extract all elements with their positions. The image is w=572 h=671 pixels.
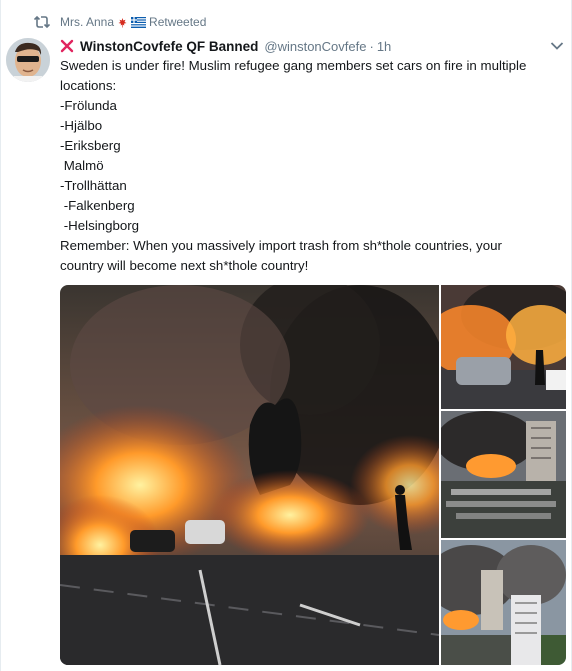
tweet-line: -Falkenberg (60, 198, 135, 213)
canada-flag-icon (115, 16, 131, 28)
media-photo-main[interactable] (60, 285, 439, 665)
greece-flag-icon (131, 16, 147, 28)
tweet-line: -Trollhättan (60, 178, 127, 193)
chevron-down-icon[interactable] (550, 41, 564, 51)
author-display-name[interactable]: WinstonCovfefe QF Banned (80, 39, 258, 54)
tweet-line: -Helsingborg (60, 218, 140, 233)
retweeted-label: Retweeted (149, 15, 207, 29)
tweet-header: WinstonCovfefe QF Banned @winstonCovfefe… (60, 36, 562, 56)
burning-cars-apartment-blocks-photo (441, 411, 566, 538)
separator-dot: · (369, 38, 374, 54)
burning-cars-parking-lot-photo (60, 285, 439, 665)
media-photo-4[interactable] (441, 540, 566, 665)
media-photo-3[interactable] (441, 411, 566, 538)
tweet-line: Remember: When you massively import tras… (60, 238, 502, 253)
media-photo-2[interactable] (441, 285, 566, 409)
tweet-line: -Hjälbo (60, 118, 103, 133)
retweeter-name-link[interactable]: Mrs. Anna (60, 15, 114, 29)
avatar-image (6, 38, 50, 82)
retweet-icon (34, 15, 50, 29)
red-x-icon (60, 39, 74, 53)
tweet-line: locations: (60, 78, 117, 93)
smoke-over-apartment-buildings-photo (441, 540, 566, 665)
author-handle[interactable]: @winstonCovfefe (264, 39, 366, 54)
tweet-line: -Eriksberg (60, 138, 121, 153)
tweet-text: Sweden is under fire! Muslim refugee gan… (60, 56, 555, 276)
tweet-line: -Frölunda (60, 98, 117, 113)
retweet-context: Mrs. Anna Retweeted (34, 13, 206, 31)
left-border (0, 0, 1, 671)
burning-cars-street-photo (441, 285, 566, 409)
tweet-media-grid (60, 285, 566, 665)
tweet-line: Malmö (60, 158, 104, 173)
tweet-timestamp[interactable]: 1h (377, 39, 391, 54)
tweet-line: Sweden is under fire! Muslim refugee gan… (60, 58, 527, 73)
author-avatar[interactable] (6, 38, 50, 82)
tweet-line: country will become next sh*thole countr… (60, 258, 309, 273)
